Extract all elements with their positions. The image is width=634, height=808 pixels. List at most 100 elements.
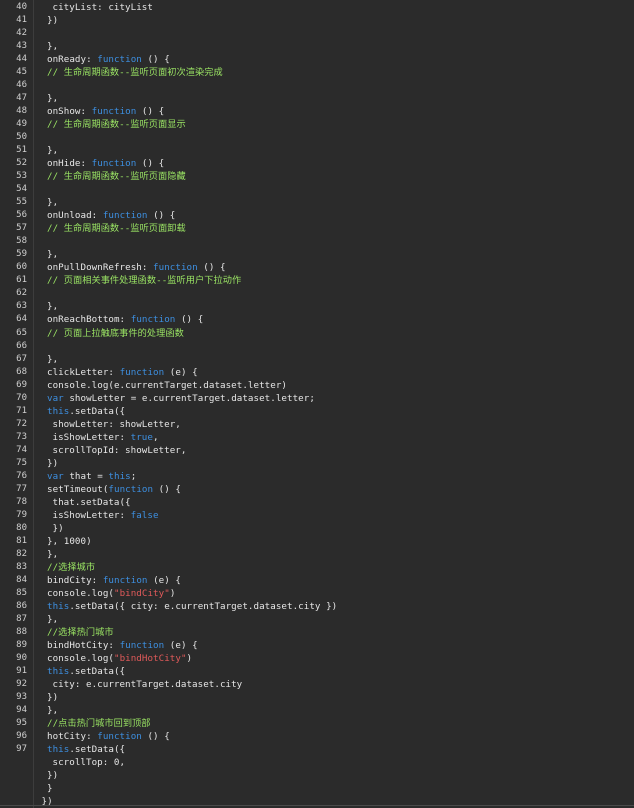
text-token: cityList: cityList: [52, 2, 153, 13]
line-code: }): [42, 795, 53, 808]
code-line[interactable]: 86 this.setData({ city: e.currentTarget.d…: [0, 600, 634, 613]
code-line[interactable]: 56 onUnload: function () {: [0, 209, 634, 222]
code-line[interactable]: 41}): [0, 14, 634, 27]
code-line[interactable]: 65 // 页面上拉触底事件的处理函数: [0, 327, 634, 340]
code-line[interactable]: 44 onReady: function () {: [0, 53, 634, 66]
code-line[interactable]: 61 // 页面相关事件处理函数--监听用户下拉动作: [0, 274, 634, 287]
line-number: 97: [16, 744, 27, 755]
code-line[interactable]: 58: [0, 235, 634, 248]
line-code: city: e.currentTarget.dataset.city: [53, 678, 243, 691]
code-line[interactable]: 76 var that = this;: [0, 470, 634, 483]
line-code: setTimeout(function () {: [47, 483, 181, 496]
line-code: },: [47, 300, 58, 313]
line-code: //选择热门城市: [47, 626, 114, 639]
code-line[interactable]: 89 bindHotCity: function (e) {: [0, 639, 634, 652]
code-line[interactable]: 42: [0, 27, 634, 40]
code-line[interactable]: 91 this.setData({: [0, 665, 634, 678]
code-line[interactable]: 94},: [0, 704, 634, 717]
text-token: setTimeout(: [47, 483, 109, 495]
code-line[interactable]: 97 this.setData({: [0, 743, 634, 756]
text-token: },: [47, 197, 59, 209]
code-line[interactable]: 84 bindCity: function (e) {: [0, 574, 634, 587]
text-token: },: [47, 705, 59, 717]
code-line[interactable]: 45 // 生命周期函数--监听页面初次渲染完成: [0, 66, 634, 79]
code-line[interactable]: 88 //选择热门城市: [0, 626, 634, 639]
line-number: 59: [16, 249, 27, 260]
code-line[interactable]: 51},: [0, 144, 634, 157]
code-line[interactable]: 52 onHide: function () {: [0, 157, 634, 170]
code-line[interactable]: 57 // 生命周期函数--监听页面卸载: [0, 222, 634, 235]
code-line[interactable]: 48 onShow: function () {: [0, 105, 634, 118]
line-code: this.setData({: [47, 405, 125, 418]
line-code: bindCity: function (e) {: [47, 574, 181, 587]
text-token: () {: [153, 483, 181, 495]
text-token: (e) {: [164, 366, 198, 378]
code-line[interactable]: 71 this.setData({: [0, 405, 634, 418]
text-token: },: [47, 301, 59, 313]
text-token: showLetter = e.currentTarget.dataset.let…: [63, 392, 315, 404]
code-line[interactable]: 73 isShowLetter: true,: [0, 431, 634, 444]
code-line[interactable]: 82},: [0, 548, 634, 561]
line-code: },: [47, 548, 58, 561]
line-number: 87: [16, 613, 27, 624]
code-line[interactable]: 70 var showLetter = e.currentTarget.datas…: [0, 392, 634, 405]
code-line[interactable]: 47},: [0, 92, 634, 105]
code-line[interactable]: 69 console.log(e.currentTarget.dataset.le…: [0, 379, 634, 392]
line-code: }): [47, 14, 58, 27]
line-code: onShow: function () {: [47, 105, 164, 118]
code-line[interactable]: 64 onReachBottom: function () {: [0, 313, 634, 326]
text-token: }, 1000): [47, 535, 92, 547]
code-editor[interactable]: 40 cityList: cityList 41}) 42 43}, 44 onReady:…: [0, 0, 634, 808]
code-line[interactable]: 67},: [0, 353, 634, 366]
text-token: ): [169, 587, 176, 599]
code-line[interactable]: 63},: [0, 300, 634, 313]
keyword-token: function: [108, 483, 154, 495]
code-line[interactable]: 66: [0, 340, 634, 353]
line-code: }): [53, 522, 64, 535]
code-line[interactable]: 74 scrollTopId: showLetter,: [0, 444, 634, 457]
line-number: 43: [16, 41, 27, 52]
code-line[interactable]: 43},: [0, 40, 634, 53]
code-line[interactable]: 87},: [0, 613, 634, 626]
code-line[interactable]: 83 //选择城市: [0, 561, 634, 574]
code-line[interactable]: 85 console.log("bindCity"): [0, 587, 634, 600]
code-line[interactable]: 90 console.log("bindHotCity"): [0, 652, 634, 665]
code-line[interactable]: 77 setTimeout(function () {: [0, 483, 634, 496]
code-line[interactable]: 96 hotCity: function () {: [0, 730, 634, 743]
code-line[interactable]: 81}, 1000): [0, 535, 634, 548]
code-line[interactable]: 53 // 生命周期函数--监听页面隐藏: [0, 170, 634, 183]
code-line[interactable]: 55},: [0, 196, 634, 209]
code-line[interactable]: 62: [0, 287, 634, 300]
code-line[interactable]: 80}): [0, 522, 634, 535]
code-line[interactable]: scrollTop: 0,: [0, 756, 634, 769]
code-line[interactable]: 95 //点击热门城市回到顶部: [0, 717, 634, 730]
code-line[interactable]: 59},: [0, 248, 634, 261]
code-line[interactable]: 68 clickLetter: function (e) {: [0, 366, 634, 379]
code-line[interactable]: 72 showLetter: showLetter,: [0, 418, 634, 431]
keyword-token: false: [130, 509, 159, 521]
code-line[interactable]: 60 onPullDownRefresh: function () {: [0, 261, 634, 274]
code-line[interactable]: 46: [0, 79, 634, 92]
code-line[interactable]: 54: [0, 183, 634, 196]
code-line[interactable]: }): [0, 769, 634, 782]
line-code: bindHotCity: function (e) {: [47, 639, 198, 652]
code-line[interactable]: 75}): [0, 457, 634, 470]
code-line[interactable]: 92 city: e.currentTarget.dataset.city: [0, 678, 634, 691]
line-number: 54: [16, 184, 27, 195]
keyword-token: function: [102, 210, 148, 222]
code-line[interactable]: 93}): [0, 691, 634, 704]
keyword-token: this: [47, 600, 70, 612]
code-line[interactable]: 78 that.setData({: [0, 496, 634, 509]
code-line[interactable]: }): [0, 795, 634, 808]
line-number: 40: [16, 2, 27, 12]
keyword-token: function: [119, 366, 165, 378]
code-line[interactable]: }: [0, 782, 634, 795]
text-token: .setData({ city: e.currentTarget.dataset…: [69, 600, 338, 612]
code-line[interactable]: 40 cityList: cityList: [0, 1, 634, 14]
code-line[interactable]: 79 isShowLetter: false: [0, 509, 634, 522]
comment-token: //点击热门城市回到顶部: [47, 718, 151, 730]
line-number: 45: [16, 67, 27, 78]
line-number: 44: [16, 54, 27, 65]
code-line[interactable]: 50: [0, 131, 634, 144]
code-line[interactable]: 49 // 生命周期函数--监听页面显示: [0, 118, 634, 131]
